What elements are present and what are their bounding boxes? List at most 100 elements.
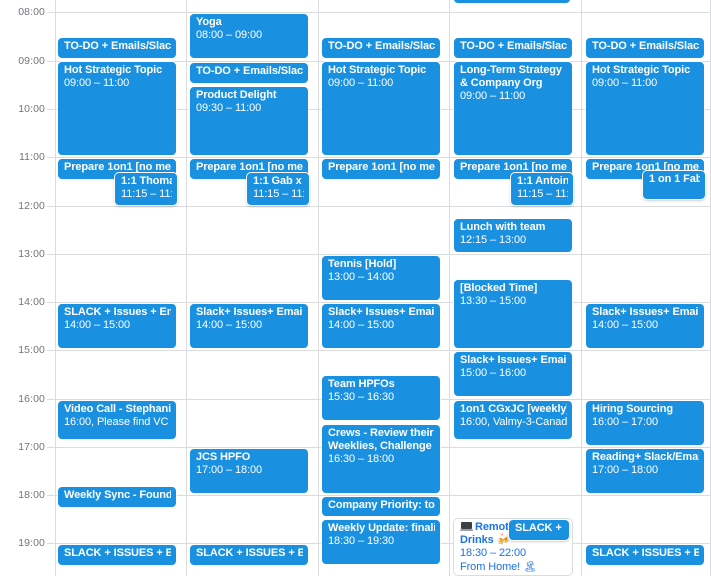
calendar-event[interactable]: [453, 0, 571, 4]
day-column-divider: [449, 0, 450, 576]
time-label: 15:00: [18, 344, 45, 356]
event-title: Prepare 1on1 [no meetings]: [328, 161, 435, 173]
calendar-event[interactable]: TO-DO + Emails/Slack: [585, 37, 705, 59]
event-time: 14:00 – 15:00: [64, 319, 130, 332]
calendar-event[interactable]: TO-DO + Emails/Slack: [453, 37, 573, 59]
day-column-divider: [186, 0, 187, 576]
event-title: JCS HPFO: [196, 451, 251, 463]
hour-tick: [47, 447, 55, 448]
event-title: Lunch with team: [460, 221, 546, 233]
calendar-event[interactable]: Reading+ Slack/Emails 17:00 – 18:00: [585, 448, 705, 494]
hour-tick: [47, 157, 55, 158]
hour-tick: [47, 302, 55, 303]
hour-tick: [47, 399, 55, 400]
event-time: 16:00, Valmy-3-Canada: [460, 416, 567, 429]
calendar-event[interactable]: Weekly Update: finalise18:30 – 19:30: [321, 519, 441, 565]
time-label: 14:00: [18, 296, 45, 308]
event-time: 16:00 – 17:00: [592, 416, 658, 429]
time-label: 18:00: [18, 489, 45, 501]
calendar-event[interactable]: TO-DO + Emails/Slack: [321, 37, 441, 59]
calendar-event[interactable]: Crews - Review their Weeklies, Challenge…: [321, 424, 441, 494]
event-title: TO-DO + Emails/Slack: [592, 40, 699, 52]
event-title: Weekly Sync - Founders: [64, 489, 171, 501]
event-title: SLACK + ISSUES + EMAILS: [592, 547, 699, 559]
calendar-event[interactable]: SLACK + Issues + Emails14:00 – 15:00: [57, 303, 177, 349]
event-time: 14:00 – 15:00: [328, 319, 394, 332]
event-time: 09:30 – 11:00: [196, 102, 262, 115]
calendar-event[interactable]: Long-Term Strategy & Company Org 09:00 – …: [453, 61, 573, 156]
event-title: 1:1 Gab x JC: [253, 175, 304, 187]
hour-gridline: [55, 350, 711, 351]
calendar-event[interactable]: Slack+ Issues+ Emails 15:00 – 16:00: [453, 351, 573, 397]
time-label: 13:00: [18, 248, 45, 260]
event-time: 09:00 – 11:00: [592, 77, 658, 90]
calendar-event[interactable]: 1on1 CGxJC [weekly] 16:00, Valmy-3-Canada: [453, 400, 573, 440]
event-title: Slack+ Issues+ Emails: [460, 354, 567, 366]
event-time: 18:30 – 19:30: [328, 535, 394, 548]
event-title: Yoga: [196, 16, 222, 28]
calendar-event[interactable]: Prepare 1on1 [no meetings]: [321, 158, 441, 180]
hour-tick: [47, 109, 55, 110]
hour-tick: [47, 254, 55, 255]
event-title: Weekly Update: finalise: [328, 522, 435, 534]
hour-tick: [47, 495, 55, 496]
event-title: Hot Strategic Topic: [328, 64, 427, 76]
calendar-event[interactable]: 1 on 1 Fabien: [642, 170, 706, 200]
time-label: 09:00: [18, 55, 45, 67]
calendar-event[interactable]: Hiring Sourcing 16:00 – 17:00: [585, 400, 705, 446]
calendar-event[interactable]: SLACK + ISSUES + EMAILS: [189, 544, 309, 566]
event-title: Tennis [Hold]: [328, 258, 397, 270]
calendar-event[interactable]: 1:1 Thomas11:15 – 11:45: [114, 172, 178, 206]
hour-tick: [47, 12, 55, 13]
calendar-event[interactable]: [Blocked Time] 13:30 – 15:00: [453, 279, 573, 349]
calendar-event[interactable]: SLACK + ISSUES + EMAILS: [585, 544, 705, 566]
calendar-event[interactable]: Video Call - Stephanie 16:00, Please find…: [57, 400, 177, 440]
calendar-event[interactable]: SLACK + ISSUES + EMAILS: [57, 544, 177, 566]
calendar-event[interactable]: SLACK +: [508, 519, 570, 541]
event-title: 1:1 Thomas: [121, 175, 172, 187]
calendar-event[interactable]: Yoga 08:00 – 09:00: [189, 13, 309, 59]
calendar-event[interactable]: Product Delight 09:30 – 11:00: [189, 86, 309, 156]
calendar-event[interactable]: Weekly Sync - Founders: [57, 486, 177, 508]
event-title: 1:1 Antoine: [517, 175, 568, 187]
calendar-event[interactable]: Team HPFOs 15:30 – 16:30: [321, 375, 441, 421]
event-time: 17:00 – 18:00: [592, 464, 658, 477]
calendar-event[interactable]: Lunch with team 12:15 – 13:00: [453, 218, 573, 253]
calendar-event[interactable]: 1:1 Gab x JC11:15 – 11:45: [246, 172, 310, 206]
calendar-event[interactable]: Hot Strategic Topic 09:00 – 11:00: [57, 61, 177, 156]
calendar-event[interactable]: 1:1 Antoine11:15 – 11:45: [510, 172, 574, 206]
event-time: 15:00 – 16:00: [460, 367, 526, 380]
time-label: 19:00: [18, 537, 45, 549]
calendar-event[interactable]: TO-DO + Emails/Slack: [57, 37, 177, 59]
event-title: SLACK +: [515, 522, 562, 534]
event-time: 16:00, Please find VC link: [64, 416, 171, 429]
event-time: 12:15 – 13:00: [460, 234, 526, 247]
event-title: Crews - Review their Weeklies, Challenge: [328, 427, 434, 453]
calendar-event[interactable]: Slack+ Issues+ Emails 14:00 – 15:00: [585, 303, 705, 349]
calendar-event[interactable]: Company Priority: topics: [321, 496, 441, 517]
hour-tick: [47, 543, 55, 544]
event-time: 13:30 – 15:00: [460, 295, 526, 308]
calendar-event[interactable]: TO-DO + Emails/Slack: [189, 62, 309, 84]
time-label: 10:00: [18, 103, 45, 115]
calendar-event[interactable]: Slack+ Issues+ Emails 14:00 – 15:00: [321, 303, 441, 349]
event-title: Product Delight: [196, 89, 277, 101]
event-time: 09:00 – 11:00: [460, 90, 526, 103]
calendar-event[interactable]: Hot Strategic Topic 09:00 – 11:00: [321, 61, 441, 156]
calendar-event[interactable]: Hot Strategic Topic 09:00 – 11:00: [585, 61, 705, 156]
event-time: 15:30 – 16:30: [328, 391, 394, 404]
hour-tick: [47, 350, 55, 351]
event-time: 18:30 – 22:00: [460, 547, 526, 560]
event-time: 09:00 – 11:00: [64, 77, 130, 90]
time-label: 08:00: [18, 6, 45, 18]
event-title: TO-DO + Emails/Slack: [64, 40, 171, 52]
calendar-event[interactable]: Tennis [Hold] 13:00 – 14:00: [321, 255, 441, 301]
calendar-event[interactable]: Slack+ Issues+ Emails 14:00 – 15:00: [189, 303, 309, 349]
event-time: 09:00 – 11:00: [328, 77, 394, 90]
calendar-week-view: 08:00 09:00 10:00 11:00 12:00 13:00 14:00 15:00…: [0, 0, 711, 576]
calendar-event[interactable]: JCS HPFO 17:00 – 18:00: [189, 448, 309, 494]
day-column-divider: [581, 0, 582, 576]
event-title: SLACK + Issues + Emails: [64, 306, 171, 318]
event-title: Hot Strategic Topic: [592, 64, 691, 76]
time-label: 12:00: [18, 200, 45, 212]
